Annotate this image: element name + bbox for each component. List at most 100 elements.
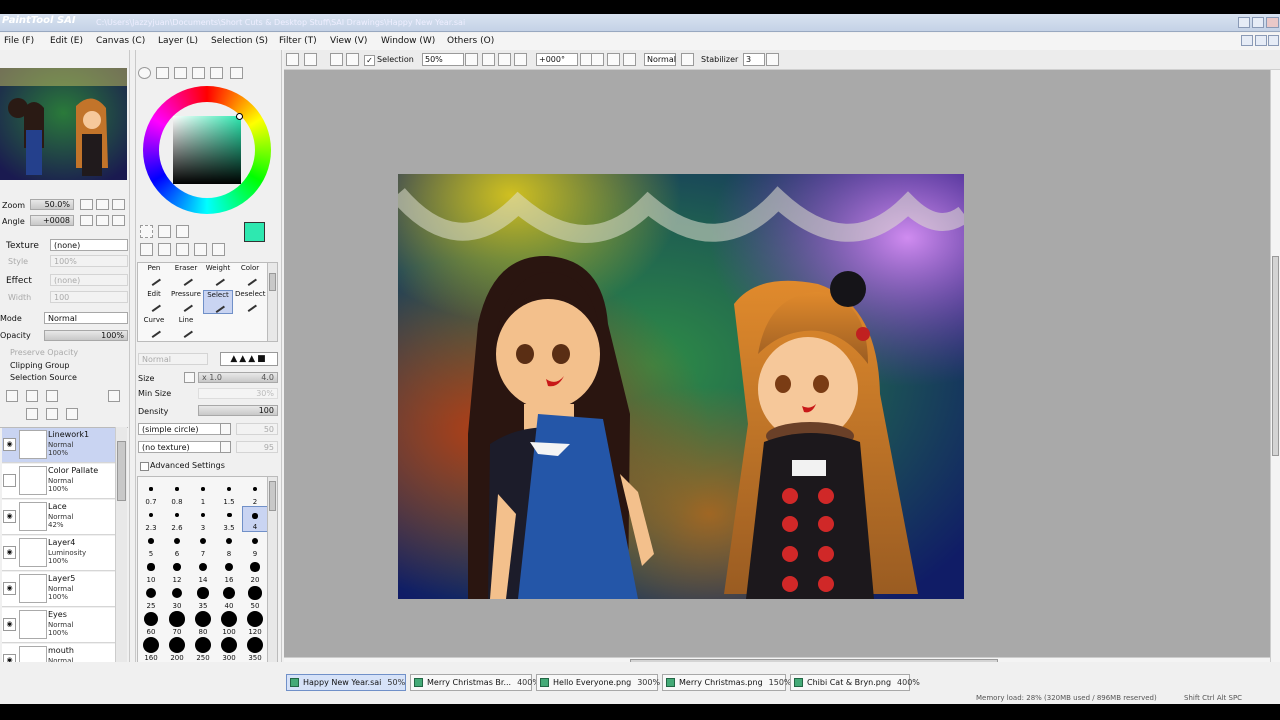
brush-size-preset[interactable]: 160	[138, 636, 164, 662]
brush-size-preset[interactable]: 2	[242, 480, 268, 506]
density-slider[interactable]: 100	[198, 405, 278, 416]
document-tab[interactable]: Merry Christmas.png 150%	[662, 674, 792, 691]
canvas-viewport[interactable]	[284, 70, 1270, 662]
brush-size-preset[interactable]: 9	[242, 532, 268, 558]
navigator-zoom-reset-button[interactable]	[112, 199, 125, 210]
brush-size-preset[interactable]: 200	[164, 636, 190, 662]
zoom-dropdown-icon[interactable]	[465, 53, 478, 66]
layer-row[interactable]: ◉ Linework1 Normal 100%	[2, 428, 126, 463]
layer-row[interactable]: ◉ Lace Normal 42%	[2, 500, 126, 535]
doc-minimize-button[interactable]	[1241, 35, 1253, 46]
eye-icon[interactable]: ◉	[3, 546, 16, 559]
brush-size-preset[interactable]: 0.7	[138, 480, 164, 506]
width-field[interactable]: 100	[50, 291, 128, 303]
brush-shape-amount[interactable]: 50	[236, 423, 278, 435]
invert-selection-button[interactable]	[346, 53, 359, 66]
navigator-zoom-out-button[interactable]	[80, 199, 93, 210]
blend-mode-select[interactable]: Normal	[644, 53, 676, 66]
hsv-slider-icon[interactable]	[174, 67, 187, 79]
doc-restore-button[interactable]	[1255, 35, 1267, 46]
brush-size-preset[interactable]: 7	[190, 532, 216, 558]
document-tab[interactable]: Chibi Cat & Bryn.png 400%	[790, 674, 920, 691]
undo-button[interactable]	[286, 53, 299, 66]
texture-select[interactable]: (none)	[50, 239, 128, 251]
angle-select[interactable]: +000°	[536, 53, 578, 66]
swatches-icon[interactable]	[210, 67, 223, 79]
brush-size-preset[interactable]: 3.5	[216, 506, 242, 532]
menu-filter[interactable]: Filter (T)	[279, 36, 317, 46]
navigator-zoom-in-button[interactable]	[96, 199, 109, 210]
brush-size-preset[interactable]: 30	[164, 584, 190, 610]
tool-select[interactable]: Select	[203, 290, 233, 314]
document-tab[interactable]: Merry Christmas Br... 400%	[410, 674, 540, 691]
layer-mode-select[interactable]: Normal	[44, 312, 128, 324]
zoom-out-button[interactable]	[482, 53, 495, 66]
brush-size-preset[interactable]: 6	[164, 532, 190, 558]
rotate-reset-button[interactable]	[623, 53, 636, 66]
navigator-preview[interactable]	[0, 68, 127, 180]
vertical-scrollbar[interactable]	[1270, 70, 1280, 662]
close-button[interactable]	[1266, 17, 1279, 28]
layer-row[interactable]: ◉ Eyes Normal 100%	[2, 608, 126, 643]
stabilizer-select[interactable]: 3	[743, 53, 765, 66]
magic-wand-icon[interactable]	[176, 225, 189, 238]
menu-layer[interactable]: Layer (L)	[158, 36, 198, 46]
primary-color-swatch[interactable]	[244, 222, 265, 242]
eye-icon[interactable]: ◉	[3, 438, 16, 451]
brush-grid-scrollbar[interactable]	[267, 476, 278, 682]
doc-close-button[interactable]	[1268, 35, 1279, 46]
brush-size-preset[interactable]: 40	[216, 584, 242, 610]
rect-select-icon[interactable]	[140, 225, 153, 238]
tool-eraser[interactable]: Eraser	[171, 264, 201, 288]
trash-icon[interactable]	[66, 408, 78, 420]
brush-size-preset[interactable]: 35	[190, 584, 216, 610]
tool-grid-scrollbar[interactable]	[267, 262, 278, 342]
navigator-rotate-left-button[interactable]	[80, 215, 93, 226]
brush-size-preset[interactable]: 1	[190, 480, 216, 506]
eye-icon[interactable]: ◉	[3, 510, 16, 523]
brush-texture-dropdown-icon[interactable]	[220, 441, 231, 453]
deselect-button[interactable]	[330, 53, 343, 66]
scratchpad-icon[interactable]	[230, 67, 243, 79]
color-wheel[interactable]	[143, 86, 271, 214]
brush-size-preset[interactable]: 16	[216, 558, 242, 584]
layer-panel-menu-icon[interactable]	[108, 390, 120, 402]
brush-size-preset[interactable]: 5	[138, 532, 164, 558]
brush-size-preset[interactable]: 80	[190, 610, 216, 636]
stabilizer-dropdown-icon[interactable]	[766, 53, 779, 66]
new-folder-icon[interactable]	[46, 390, 58, 402]
navigator-rotate-reset-button[interactable]	[112, 215, 125, 226]
rotate-icon[interactable]	[176, 243, 189, 256]
menu-view[interactable]: View (V)	[330, 36, 367, 46]
tool-line[interactable]: Line	[171, 316, 201, 340]
layer-list-scrollbar[interactable]	[115, 427, 127, 692]
saturation-value-square[interactable]	[173, 116, 241, 184]
new-layer-icon[interactable]	[6, 390, 18, 402]
brush-size-preset[interactable]: 50	[242, 584, 268, 610]
move-icon[interactable]	[140, 243, 153, 256]
brush-texture-amount[interactable]: 95	[236, 441, 278, 453]
brush-shape-select[interactable]: (simple circle)	[138, 423, 224, 435]
menu-canvas[interactable]: Canvas (C)	[96, 36, 145, 46]
tool-pressure[interactable]: Pressure	[171, 290, 201, 314]
brush-size-preset[interactable]: 300	[216, 636, 242, 662]
brush-size-preset[interactable]: 12	[164, 558, 190, 584]
flip-button[interactable]	[681, 53, 694, 66]
brush-size-preset[interactable]: 8	[216, 532, 242, 558]
brush-size-preset[interactable]: 70	[164, 610, 190, 636]
style-field[interactable]: 100%	[50, 255, 128, 267]
navigator-zoom-slider[interactable]: 50.0%	[30, 199, 74, 210]
transfer-down-icon[interactable]	[26, 408, 38, 420]
zoom-in-button[interactable]	[498, 53, 511, 66]
brush-size-preset[interactable]: 0.8	[164, 480, 190, 506]
navigator-angle-slider[interactable]: +0008	[30, 215, 74, 226]
layer-row[interactable]: ◉ Layer4 Luminosity 100%	[2, 536, 126, 571]
eye-icon[interactable]: ◉	[3, 582, 16, 595]
brush-size-preset[interactable]: 100	[216, 610, 242, 636]
new-linework-layer-icon[interactable]	[26, 390, 38, 402]
preserve-opacity-label[interactable]: Preserve Opacity	[10, 348, 78, 357]
brush-size-preset[interactable]: 3	[190, 506, 216, 532]
clipping-group-label[interactable]: Clipping Group	[10, 361, 69, 370]
brush-size-preset[interactable]: 2.6	[164, 506, 190, 532]
menu-edit[interactable]: Edit (E)	[50, 36, 83, 46]
